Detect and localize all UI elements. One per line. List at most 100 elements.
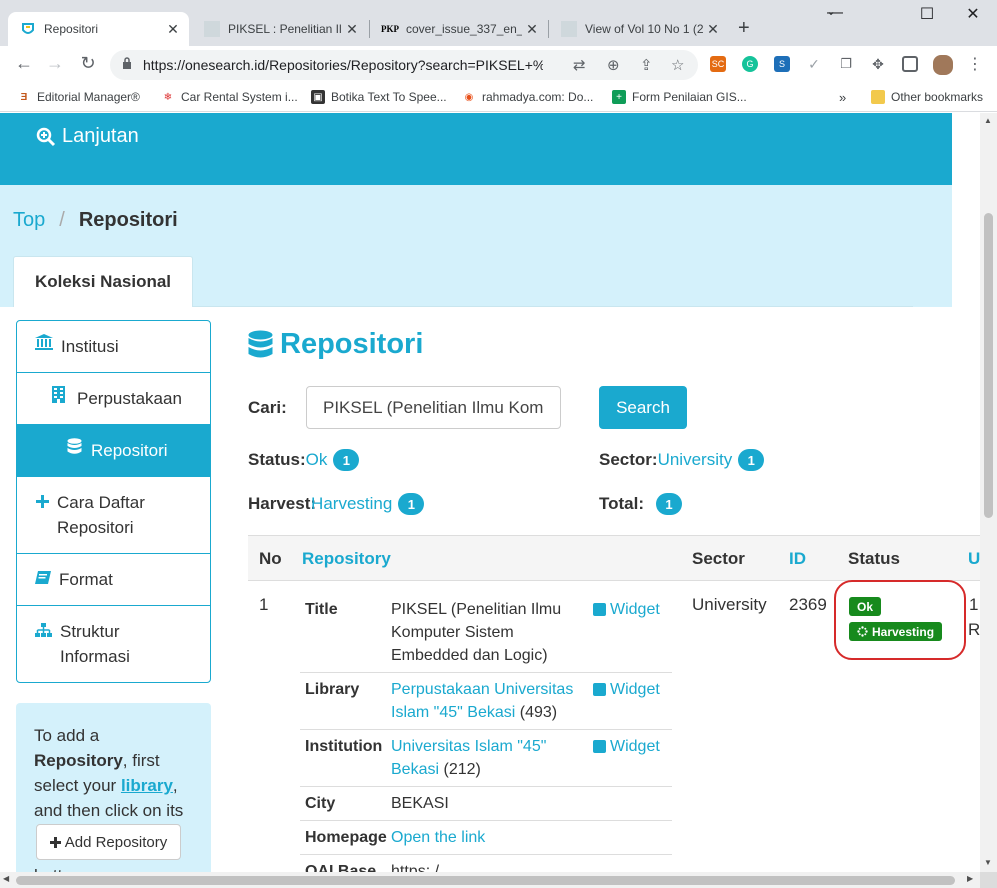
widget-link[interactable]: Widget (593, 678, 672, 724)
count-badge: 1 (738, 449, 765, 471)
minimize-button[interactable]: — (812, 4, 858, 22)
forward-arrow-icon[interactable]: → (43, 53, 67, 74)
add-repository-button[interactable]: Add Repository (36, 824, 181, 860)
sidebar-item-institusi[interactable]: Institusi (17, 321, 210, 373)
botika-icon: ▣ (311, 90, 325, 104)
bookmark-car-rental[interactable]: ❄ Car Rental System i... (161, 90, 298, 104)
bookmark-botika[interactable]: ▣ Botika Text To Spee... (311, 90, 447, 104)
widget-link[interactable]: Widget (593, 598, 672, 667)
reload-icon[interactable]: ↻ (76, 53, 100, 74)
detail-key: Homepage (305, 829, 387, 846)
s-extension-icon[interactable]: S (774, 56, 790, 72)
widget-link[interactable]: Widget (593, 735, 672, 781)
zoom-in-icon (36, 127, 56, 146)
close-tab-icon[interactable]: ✕ (342, 21, 362, 38)
tab-piksel[interactable]: PIKSEL : Penelitian Ilm ✕ (192, 12, 368, 46)
maximize-button[interactable]: ☐ (904, 4, 950, 24)
search-button[interactable]: Search (599, 386, 687, 429)
search-input[interactable] (306, 386, 561, 429)
other-bookmarks-folder[interactable]: Other bookmarks (871, 90, 983, 104)
scrollbar-corner (980, 872, 997, 888)
column-header-no: No (259, 549, 282, 568)
menu-kebab-icon[interactable]: ⋮ (963, 54, 987, 74)
address-bar[interactable]: https://onesearch.id/Repositories/Reposi… (110, 50, 698, 80)
close-tab-icon[interactable]: ✕ (163, 21, 183, 38)
bookmarks-overflow-button[interactable]: » (839, 90, 846, 105)
translate-icon[interactable]: ⇄ (573, 56, 586, 74)
sector-facet-link[interactable]: University (658, 450, 733, 470)
bookmark-label: Form Penilaian GIS... (632, 90, 747, 104)
detail-key: Library (305, 681, 360, 698)
tab-repositori[interactable]: Repositori ✕ (8, 12, 189, 46)
column-header-u[interactable]: U (968, 549, 980, 569)
close-tab-icon[interactable]: ✕ (522, 21, 542, 38)
detail-row-title: Title PIKSEL (Penelitian Ilmu Komputer S… (300, 593, 672, 673)
sc-extension-icon[interactable]: SC (710, 56, 726, 72)
sidebar-item-repositori[interactable]: Repositori (17, 425, 210, 477)
editorial-manager-icon: Ǝ (20, 91, 28, 103)
page-favicon-icon (204, 21, 220, 37)
horizontal-scroll-thumb[interactable] (16, 876, 955, 885)
google-forms-icon: + (612, 90, 626, 104)
breadcrumb-top-link[interactable]: Top (13, 209, 45, 232)
row-id: 2369 (789, 595, 827, 614)
widget-label: Widget (610, 681, 660, 698)
row-sector: University (692, 595, 767, 614)
check-extension-icon[interactable]: ✓ (806, 56, 822, 72)
status-facet-link[interactable]: Ok (306, 450, 328, 470)
detail-row-institution: Institution Universitas Islam "45" Bekas… (300, 730, 672, 787)
scroll-left-arrow-icon[interactable]: ◀ (3, 874, 9, 883)
bookmark-star-icon[interactable]: ☆ (671, 56, 684, 74)
harvest-facet-link[interactable]: Harvesting (311, 494, 392, 514)
bookmarks-bar: Ǝ Editorial Manager® ❄ Car Rental System… (0, 84, 997, 112)
count-badge: 1 (333, 449, 360, 471)
pkp-favicon-icon: PKP (381, 24, 399, 34)
detail-row-oai: OAI Base https: / (300, 855, 672, 872)
bookmark-rahmadya[interactable]: ◉ rahmadya.com: Do... (462, 90, 594, 104)
library-link[interactable]: library (121, 776, 173, 795)
detail-row-library: Library Perpustakaan Universitas Islam "… (300, 673, 672, 730)
puzzle-extensions-icon[interactable]: ✥ (870, 56, 886, 72)
zoom-icon[interactable]: ⊕ (607, 56, 620, 74)
close-window-button[interactable]: ✕ (950, 4, 996, 24)
copy-extension-icon[interactable]: ❐ (838, 56, 854, 72)
sidebar-item-label: Perpustakaan (77, 389, 182, 408)
bookmark-form-penilaian[interactable]: + Form Penilaian GIS... (612, 90, 747, 104)
vertical-scroll-thumb[interactable] (984, 213, 993, 518)
close-tab-icon[interactable]: ✕ (703, 21, 723, 38)
detail-key: City (305, 795, 336, 812)
library-count: (493) (519, 704, 558, 721)
scroll-up-arrow-icon[interactable]: ▲ (984, 116, 992, 125)
tab-cover-issue[interactable]: PKP cover_issue_337_en_U ✕ (370, 12, 548, 46)
page-title-text: Repositori (280, 328, 424, 360)
share-icon[interactable]: ⇪ (640, 56, 653, 74)
tab-title: cover_issue_337_en_U (406, 22, 522, 36)
facet-label: Harvest: (248, 494, 317, 513)
sidebar-item-struktur[interactable]: Struktur Informasi (17, 606, 210, 682)
page-favicon-icon (561, 21, 577, 37)
sidebar-item-perpustakaan[interactable]: Perpustakaan (17, 373, 210, 425)
horizontal-scrollbar[interactable]: ◀ ▶ (0, 872, 980, 888)
tab-view-of-vol[interactable]: View of Vol 10 No 1 (2 ✕ (549, 12, 729, 46)
profile-avatar[interactable] (933, 55, 953, 75)
column-header-id[interactable]: ID (789, 549, 806, 569)
back-arrow-icon[interactable]: ← (12, 53, 36, 74)
column-header-status: Status (848, 549, 900, 568)
scroll-down-arrow-icon[interactable]: ▼ (984, 858, 992, 867)
vertical-scrollbar[interactable]: ▲ ▼ (980, 113, 997, 872)
bookmark-editorial-manager[interactable]: Ǝ Editorial Manager® (17, 90, 140, 104)
page-viewport: Lanjutan Top / Repositori Koleksi Nasion… (0, 113, 980, 872)
sidebar-item-cara-daftar[interactable]: Cara Daftar Repositori (17, 477, 210, 554)
scroll-right-arrow-icon[interactable]: ▶ (967, 874, 973, 883)
tab-koleksi-nasional[interactable]: Koleksi Nasional (13, 256, 193, 307)
sidebar-nav: Institusi Perpustakaan Repositori Cara D… (16, 320, 211, 683)
new-tab-button[interactable]: + (738, 17, 750, 40)
sidebar-item-format[interactable]: Format (17, 554, 210, 606)
lanjutan-link[interactable]: Lanjutan (36, 125, 139, 148)
row-number: 1 (259, 595, 269, 614)
grammarly-extension-icon[interactable]: G (742, 56, 758, 72)
column-header-repository[interactable]: Repository (302, 549, 391, 569)
homepage-link[interactable]: Open the link (391, 829, 485, 846)
url-text: https://onesearch.id/Repositories/Reposi… (143, 57, 543, 73)
side-panel-icon[interactable] (902, 56, 918, 72)
